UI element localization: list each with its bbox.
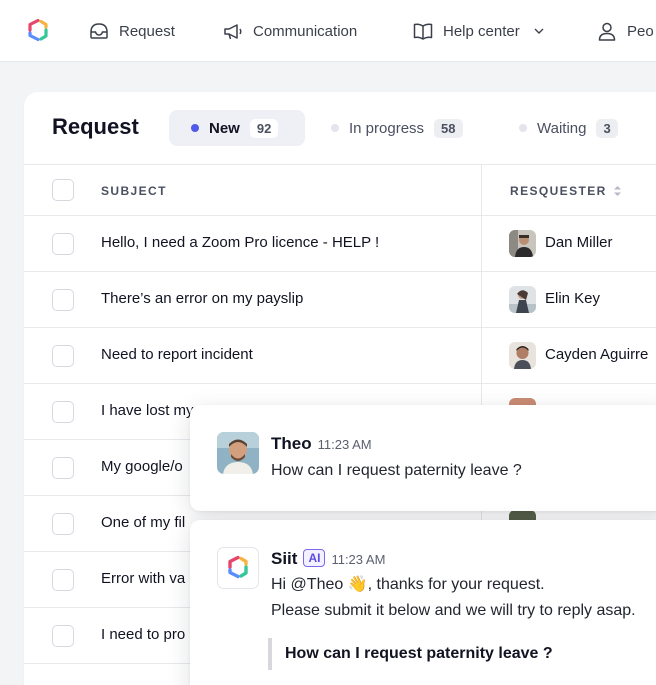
table-header-row: SUBJECT RESQUESTER xyxy=(24,164,656,216)
nav-item-request[interactable]: Request xyxy=(88,19,175,43)
tab-count: 58 xyxy=(434,118,463,138)
row-subject[interactable]: Need to report incident xyxy=(101,346,253,363)
avatar xyxy=(509,286,536,313)
row-subject[interactable]: I have lost my xyxy=(101,402,194,419)
message-time: 11:23 AM xyxy=(317,437,372,452)
row-subject[interactable]: I need to pro xyxy=(101,626,185,643)
tab-label: Waiting xyxy=(537,119,587,137)
nav-item-label: Request xyxy=(119,22,175,40)
chat-message-siit: Siit AI 11:23 AM Hi @Theo 👋, thanks for yo… xyxy=(190,520,656,685)
table-row[interactable]: Hello, I need a Zoom Pro licence - HELP … xyxy=(24,216,656,272)
message-time: 11:23 AM xyxy=(331,552,386,567)
row-checkbox[interactable] xyxy=(52,457,74,479)
row-checkbox[interactable] xyxy=(52,289,74,311)
tab-waiting[interactable]: Waiting 3 xyxy=(519,110,618,146)
column-header-requester[interactable]: RESQUESTER xyxy=(510,184,622,198)
nav-item-communication[interactable]: Communication xyxy=(222,19,357,43)
message-header: Theo 11:23 AM xyxy=(271,434,372,454)
siit-avatar xyxy=(217,547,259,589)
nav-item-people[interactable]: Peo xyxy=(596,19,654,43)
tab-count: 3 xyxy=(596,118,618,138)
nav-item-label: Peo xyxy=(627,22,654,40)
siit-logo-icon[interactable] xyxy=(26,18,50,42)
nav-item-help-center[interactable]: Help center xyxy=(412,19,545,43)
table-row[interactable]: Need to report incident Cayden Aguirre xyxy=(24,328,656,384)
message-text: How can I request paternity leave ? xyxy=(271,462,522,479)
tab-label: In progress xyxy=(349,119,425,137)
sort-icon[interactable] xyxy=(613,185,622,197)
column-header-label: RESQUESTER xyxy=(510,184,607,198)
requester-name: Elin Key xyxy=(545,290,601,307)
tab-new[interactable]: New 92 xyxy=(169,110,305,146)
book-icon xyxy=(413,23,433,40)
sender-name: Theo xyxy=(271,434,312,453)
row-subject[interactable]: Error with va xyxy=(101,570,185,587)
megaphone-icon xyxy=(224,24,242,40)
person-icon xyxy=(598,22,616,41)
status-dot xyxy=(331,124,339,132)
chevron-down-icon[interactable] xyxy=(533,25,545,37)
message-text-line-2: Please submit it below and we will try t… xyxy=(271,602,636,619)
avatar xyxy=(217,432,259,474)
tab-in-progress[interactable]: In progress 58 xyxy=(331,110,463,146)
nav-item-label: Communication xyxy=(253,22,358,40)
column-header-subject[interactable]: SUBJECT xyxy=(101,184,167,198)
row-subject[interactable]: There’s an error on my payslip xyxy=(101,290,303,307)
row-checkbox[interactable] xyxy=(52,401,74,423)
chat-message-theo: Theo 11:23 AM How can I request paternity… xyxy=(190,405,656,511)
ai-badge: AI xyxy=(303,549,326,567)
requester-name: Cayden Aguirre xyxy=(545,346,649,363)
table-row[interactable]: There’s an error on my payslip Elin Key xyxy=(24,272,656,328)
status-dot xyxy=(191,124,199,132)
row-checkbox[interactable] xyxy=(52,625,74,647)
avatar xyxy=(509,230,536,257)
sender-name: Siit xyxy=(271,549,298,568)
message-text-line-1: Hi @Theo 👋, thanks for your request. xyxy=(271,576,545,593)
request-icon xyxy=(90,23,108,39)
row-subject[interactable]: One of my fil xyxy=(101,514,185,531)
message-header: Siit AI 11:23 AM xyxy=(271,549,385,569)
avatar xyxy=(509,342,536,369)
row-subject[interactable]: My google/o xyxy=(101,458,183,475)
requester-name: Dan Miller xyxy=(545,234,613,251)
select-all-checkbox[interactable] xyxy=(52,179,74,201)
row-checkbox[interactable] xyxy=(52,345,74,367)
quoted-request[interactable]: How can I request paternity leave ? xyxy=(268,638,553,670)
page-title: Request xyxy=(52,114,139,139)
row-subject[interactable]: Hello, I need a Zoom Pro licence - HELP … xyxy=(101,234,379,251)
top-navigation: Request Communication Help center Peo xyxy=(0,0,656,62)
status-dot xyxy=(519,124,527,132)
row-checkbox[interactable] xyxy=(52,513,74,535)
tab-label: New xyxy=(209,119,240,137)
row-checkbox[interactable] xyxy=(52,569,74,591)
siit-logo-icon xyxy=(228,555,248,579)
nav-item-label: Help center xyxy=(443,22,520,40)
tab-count: 92 xyxy=(249,118,279,138)
row-checkbox[interactable] xyxy=(52,233,74,255)
